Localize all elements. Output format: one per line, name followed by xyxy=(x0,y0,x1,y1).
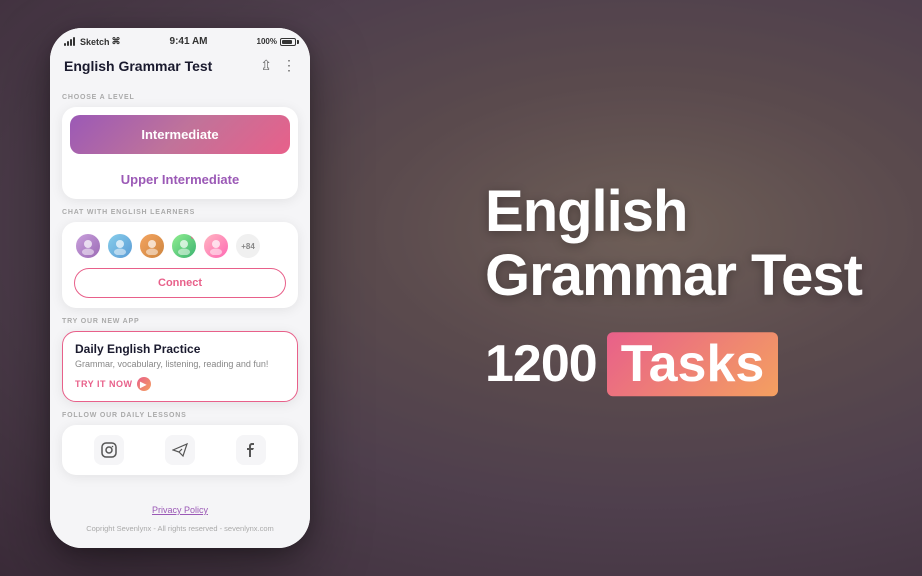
facebook-icon[interactable] xyxy=(236,435,266,465)
upper-intermediate-button[interactable]: Upper Intermediate xyxy=(62,162,298,199)
status-left: Sketch ⌘ xyxy=(64,36,121,47)
phone-mockup: Sketch ⌘ 9:41 AM 100% English Grammar Te… xyxy=(50,28,310,548)
main-title: English Grammar Test xyxy=(485,180,862,308)
try-btn-label: TRY IT NOW xyxy=(75,379,133,389)
time-display: 9:41 AM xyxy=(170,36,208,47)
tasks-container: 1200 Tasks xyxy=(485,332,862,396)
follow-label: FOLLOW OUR DAILY LESSONS xyxy=(62,412,298,419)
status-bar: Sketch ⌘ 9:41 AM 100% xyxy=(50,28,310,51)
promo-title: Daily English Practice xyxy=(75,342,285,356)
avatar-5 xyxy=(202,232,230,260)
intermediate-button[interactable]: Intermediate xyxy=(70,115,290,154)
copyright-text: Copright Sevenlynx - All rights reserved… xyxy=(86,524,274,533)
tasks-badge: Tasks xyxy=(607,332,779,396)
avatar-count: +84 xyxy=(234,232,262,260)
app-header-title: English Grammar Test xyxy=(64,58,212,74)
follow-card xyxy=(62,425,298,475)
choose-level-label: CHOOSE A LEVEL xyxy=(62,94,298,101)
level-card: Intermediate Upper Intermediate xyxy=(62,107,298,199)
signal-bars-icon xyxy=(64,37,75,46)
phone-footer: Privacy Policy Copright Sevenlynx - All … xyxy=(50,499,310,548)
carrier-label: Sketch xyxy=(80,37,110,47)
avatar-2 xyxy=(106,232,134,260)
phone-content: CHOOSE A LEVEL Intermediate Upper Interm… xyxy=(50,94,310,499)
privacy-policy-link[interactable]: Privacy Policy xyxy=(62,505,298,515)
app-header: English Grammar Test ⇫ ⋮ xyxy=(50,51,310,84)
notification-dot xyxy=(191,234,196,239)
chat-label: CHAT WITH ENGLISH LEARNERS xyxy=(62,209,298,216)
title-line1: English xyxy=(485,179,687,244)
avatars-row: +84 xyxy=(74,232,286,260)
instagram-icon[interactable] xyxy=(94,435,124,465)
telegram-icon[interactable] xyxy=(165,435,195,465)
tasks-number: 1200 xyxy=(485,334,597,394)
more-icon[interactable]: ⋮ xyxy=(282,57,296,74)
chat-card: +84 Connect xyxy=(62,222,298,308)
promo-description: Grammar, vocabulary, listening, reading … xyxy=(75,359,285,369)
battery-icon xyxy=(280,38,296,46)
title-line2: Grammar Test xyxy=(485,243,862,308)
battery-fill xyxy=(282,40,292,44)
social-icons-row xyxy=(74,435,286,465)
battery-percentage: 100% xyxy=(257,37,277,46)
avatar-1 xyxy=(74,232,102,260)
connect-button[interactable]: Connect xyxy=(74,268,286,298)
avatar-4 xyxy=(170,232,198,260)
share-icon[interactable]: ⇫ xyxy=(260,57,272,74)
app-promo-card: Daily English Practice Grammar, vocabula… xyxy=(62,331,298,402)
status-right: 100% xyxy=(257,37,296,46)
right-panel: English Grammar Test 1200 Tasks xyxy=(485,180,862,396)
header-icons: ⇫ ⋮ xyxy=(260,57,296,74)
avatar-3 xyxy=(138,232,166,260)
wifi-icon: ⌘ xyxy=(112,36,121,47)
phone-container: Sketch ⌘ 9:41 AM 100% English Grammar Te… xyxy=(50,28,310,548)
app-promo-label: TRY OUR NEW APP xyxy=(62,318,298,325)
try-it-now-button[interactable]: TRY IT NOW ▶ xyxy=(75,377,151,391)
try-arrow-icon: ▶ xyxy=(137,377,151,391)
